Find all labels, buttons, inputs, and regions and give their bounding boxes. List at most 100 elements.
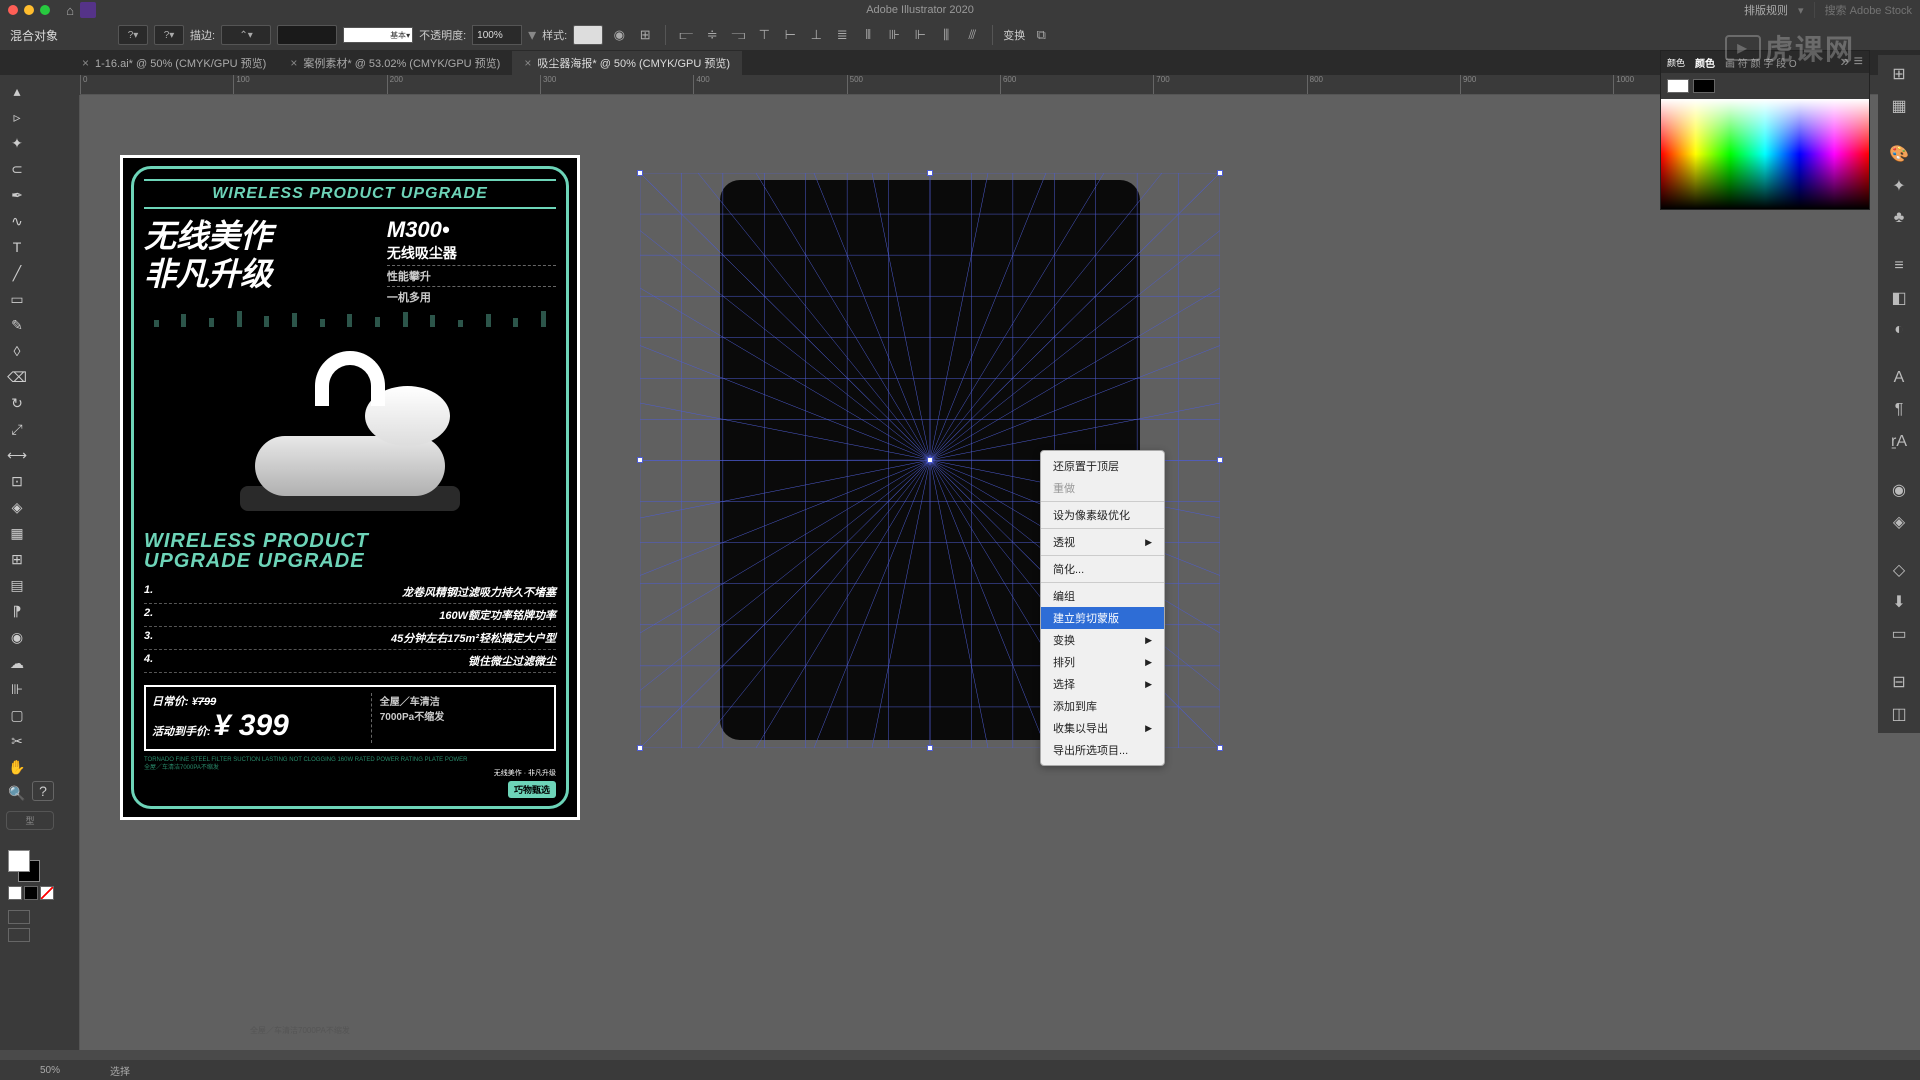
- shape-builder-tool[interactable]: ◈: [4, 495, 30, 519]
- transparency-icon[interactable]: ◐: [1886, 317, 1912, 343]
- dist-icon5[interactable]: ⫻: [962, 25, 982, 45]
- dist-icon4[interactable]: ⫼: [936, 25, 956, 45]
- align-icon[interactable]: ⊞: [635, 25, 655, 45]
- stroke-weight[interactable]: ⌃▾: [221, 25, 271, 45]
- perspective-tool[interactable]: ▦: [4, 521, 30, 545]
- align-right-icon[interactable]: ⫎: [728, 25, 748, 45]
- eraser-tool[interactable]: ⌫: [4, 365, 30, 389]
- slice-tool[interactable]: ✂: [4, 729, 30, 753]
- lasso-tool[interactable]: ⊂: [4, 157, 30, 181]
- gradient-mode-icon[interactable]: [24, 886, 38, 900]
- graphic-styles-icon[interactable]: ◈: [1886, 509, 1912, 535]
- pen-tool[interactable]: ✒: [4, 183, 30, 207]
- color-tab2[interactable]: 颜色: [1695, 55, 1715, 70]
- paragraph-icon[interactable]: ¶: [1886, 397, 1912, 423]
- cm-clip-mask[interactable]: 建立剪切蒙版: [1041, 607, 1164, 629]
- doc-tab-3[interactable]: ×吸尘器海报* @ 50% (CMYK/GPU 预览): [512, 51, 742, 75]
- shaper-tool[interactable]: ◊: [4, 339, 30, 363]
- swatches-icon[interactable]: 🎨: [1886, 141, 1912, 167]
- align-middle-icon[interactable]: ⊢: [780, 25, 800, 45]
- gradient-panel-icon[interactable]: ◧: [1886, 285, 1912, 311]
- doc-tab-1[interactable]: ×1-16.ai* @ 50% (CMYK/GPU 预览): [70, 51, 278, 75]
- isolate-icon[interactable]: ⧉: [1031, 25, 1051, 45]
- layers-icon[interactable]: ◇: [1886, 557, 1912, 583]
- cm-undo[interactable]: 还原置于顶层: [1041, 455, 1164, 477]
- stroke-panel-icon[interactable]: ≡: [1886, 253, 1912, 279]
- asset-export-icon[interactable]: ⬇: [1886, 589, 1912, 615]
- stroke-swatch[interactable]: [1693, 79, 1715, 93]
- zoom-tool[interactable]: 🔍: [4, 781, 30, 805]
- color-spectrum[interactable]: [1661, 99, 1869, 209]
- rules-dropdown[interactable]: 排版规则: [1744, 2, 1788, 18]
- fill-dropdown[interactable]: ?▾: [118, 25, 148, 45]
- type-panel-icon[interactable]: A: [1886, 365, 1912, 391]
- fill-stroke-swatch[interactable]: [8, 850, 40, 882]
- transform-label[interactable]: 变换: [1003, 27, 1025, 43]
- dist-icon2[interactable]: ⊪: [884, 25, 904, 45]
- free-transform-tool[interactable]: ⊡: [4, 469, 30, 493]
- close-icon[interactable]: ×: [524, 56, 531, 70]
- cm-add-lib[interactable]: 添加到库: [1041, 695, 1164, 717]
- scale-tool[interactable]: ⤢: [4, 417, 30, 441]
- maximize-window[interactable]: [40, 5, 50, 15]
- opacity-input[interactable]: [472, 25, 522, 45]
- symbols-icon[interactable]: ♣: [1886, 205, 1912, 231]
- ruler-origin[interactable]: [60, 75, 80, 95]
- dist-h-icon[interactable]: ⫴: [858, 25, 878, 45]
- symbol-tool[interactable]: ☁: [4, 651, 30, 675]
- blend-tool[interactable]: ◉: [4, 625, 30, 649]
- graph-tool[interactable]: ⊪: [4, 677, 30, 701]
- cm-pixel-perfect[interactable]: 设为像素级优化: [1041, 504, 1164, 526]
- color-tab[interactable]: 颜色: [1667, 56, 1685, 69]
- libraries-icon[interactable]: ▦: [1886, 93, 1912, 119]
- align-left-icon[interactable]: ⫍: [676, 25, 696, 45]
- cm-collect-export[interactable]: 收集以导出▶: [1041, 717, 1164, 739]
- gradient-tool[interactable]: ▤: [4, 573, 30, 597]
- align-top-icon[interactable]: ⊤: [754, 25, 774, 45]
- artboards-icon[interactable]: ▭: [1886, 621, 1912, 647]
- direct-select-tool[interactable]: ▹: [4, 105, 30, 129]
- other-tabs[interactable]: 画 符 颜 字 段 O: [1725, 55, 1797, 70]
- magic-wand-tool[interactable]: ✦: [4, 131, 30, 155]
- screen-mode-icon[interactable]: [8, 910, 30, 924]
- rectangle-tool[interactable]: ▭: [4, 287, 30, 311]
- ruler-vertical[interactable]: [60, 95, 80, 1050]
- color-panel[interactable]: 颜色 颜色 画 符 颜 字 段 O » ≡: [1660, 50, 1870, 210]
- cm-arrange[interactable]: 排列▶: [1041, 651, 1164, 673]
- recolor-icon[interactable]: ◉: [609, 25, 629, 45]
- help-tool[interactable]: ?: [32, 781, 54, 801]
- zoom-level[interactable]: 50%: [40, 1065, 60, 1076]
- dist-icon3[interactable]: ⊩: [910, 25, 930, 45]
- edit-toolbar-icon[interactable]: [8, 928, 30, 942]
- brush-tool[interactable]: ✎: [4, 313, 30, 337]
- close-icon[interactable]: ×: [82, 56, 89, 70]
- stock-search[interactable]: 搜索 Adobe Stock: [1814, 2, 1912, 18]
- close-icon[interactable]: ×: [290, 56, 297, 70]
- curvature-tool[interactable]: ∿: [4, 209, 30, 233]
- appearance-icon[interactable]: ◉: [1886, 477, 1912, 503]
- minimize-window[interactable]: [24, 5, 34, 15]
- line-tool[interactable]: ╱: [4, 261, 30, 285]
- pathfinder-icon[interactable]: ◫: [1886, 701, 1912, 727]
- poster-artwork[interactable]: WIRELESS PRODUCT UPGRADE 无线美作 非凡升级 M300•…: [120, 155, 580, 820]
- cm-group[interactable]: 编组: [1041, 585, 1164, 607]
- close-window[interactable]: [8, 5, 18, 15]
- artboard-tool[interactable]: ▢: [4, 703, 30, 727]
- hand-tool[interactable]: ✋: [4, 755, 30, 779]
- dist-v-icon[interactable]: ≣: [832, 25, 852, 45]
- properties-icon[interactable]: ⊞: [1886, 61, 1912, 87]
- eyedropper-tool[interactable]: ⁋: [4, 599, 30, 623]
- width-tool[interactable]: ⟷: [4, 443, 30, 467]
- cm-transform[interactable]: 变换▶: [1041, 629, 1164, 651]
- mesh-tool[interactable]: ⊞: [4, 547, 30, 571]
- cm-export-sel[interactable]: 导出所选项目...: [1041, 739, 1164, 761]
- stroke-profile[interactable]: [277, 25, 337, 45]
- align-panel-icon[interactable]: ⊟: [1886, 669, 1912, 695]
- type-tool[interactable]: T: [4, 235, 30, 259]
- cm-perspective[interactable]: 透视▶: [1041, 531, 1164, 553]
- none-mode-icon[interactable]: [40, 886, 54, 900]
- align-center-h-icon[interactable]: ≑: [702, 25, 722, 45]
- ruler-horizontal[interactable]: 0100 200300 400500 600700 800900 1000110…: [80, 75, 1920, 95]
- style-dropdown[interactable]: [573, 25, 603, 45]
- cm-simplify[interactable]: 简化...: [1041, 558, 1164, 580]
